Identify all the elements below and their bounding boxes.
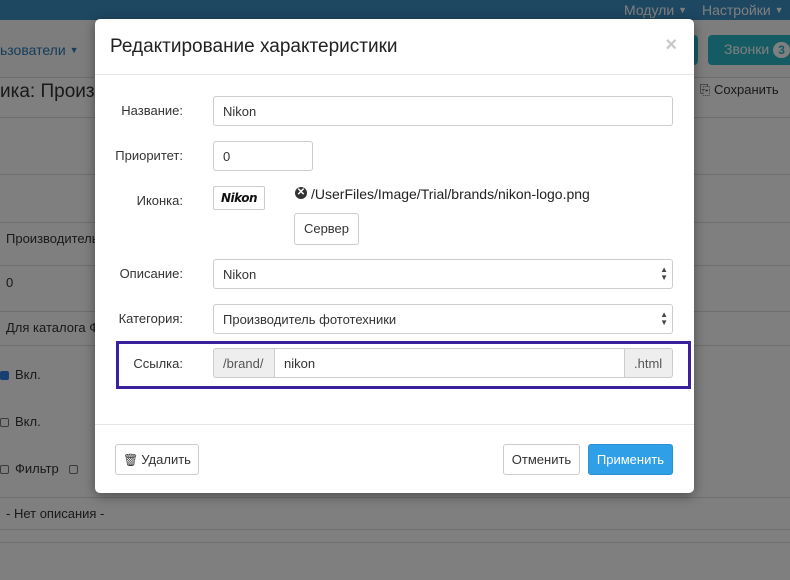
priority-input[interactable]: 0 [213,141,313,171]
select-arrows-icon: ▲ ▼ [660,265,668,282]
category-select[interactable]: Производитель фототехники ▲ ▼ [213,304,673,334]
nikon-logo-image: Nikon [213,186,265,210]
icon-path-text: /UserFiles/Image/Trial/brands/nikon-logo… [311,186,590,202]
apply-button[interactable]: Применить [588,444,673,475]
trash-icon: 🗑 [123,453,139,467]
name-label: Название: [121,103,183,118]
description-select-value: Nikon [223,267,257,282]
server-button[interactable]: Сервер [294,213,359,245]
edit-characteristic-modal: Редактирование характеристики × Название… [95,19,694,493]
remove-icon[interactable]: ✕ [295,187,307,199]
close-icon[interactable]: × [665,34,677,57]
delete-label: Удалить [141,452,191,467]
category-select-value: Производитель фототехники [223,312,397,327]
modal-title: Редактирование характеристики [110,36,398,57]
cancel-button[interactable]: Отменить [503,444,580,475]
delete-button[interactable]: 🗑 Удалить [115,444,199,475]
description-label: Описание: [119,266,183,281]
description-select[interactable]: Nikon ▲ ▼ [213,259,673,289]
name-input[interactable]: Nikon [213,96,673,126]
modal-header: Редактирование характеристики × [95,19,694,75]
icon-label: Иконка: [136,193,183,208]
priority-label: Приоритет: [115,148,183,163]
category-label: Категория: [118,311,183,326]
highlight-box [116,341,691,389]
modal-footer-divider [95,424,694,425]
select-arrows-icon: ▲ ▼ [660,310,668,327]
